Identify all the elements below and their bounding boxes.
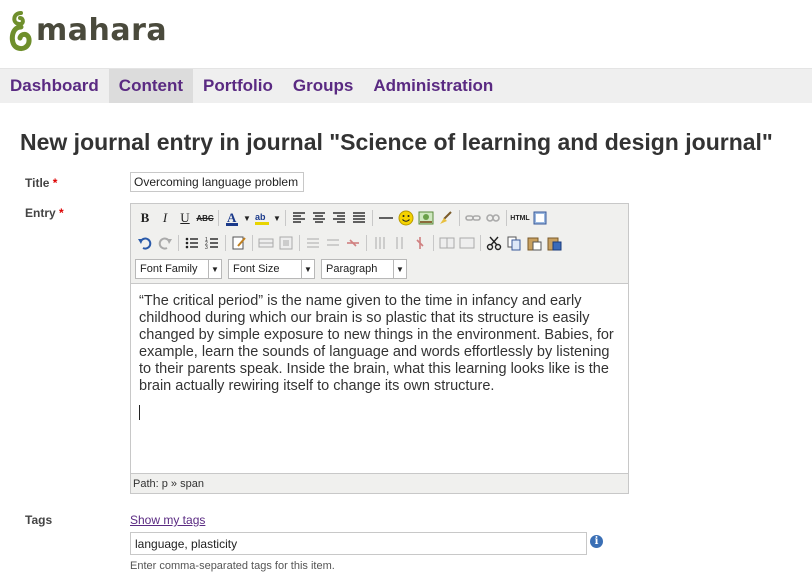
info-icon[interactable]: i: [590, 535, 603, 548]
entry-label-text: Entry: [25, 206, 56, 220]
toolbar-divider: [252, 235, 253, 251]
svg-text:3: 3: [205, 245, 208, 251]
toolbar-divider: [366, 235, 367, 251]
nav-administration[interactable]: Administration: [363, 69, 503, 103]
html-source-button[interactable]: HTML: [510, 208, 530, 228]
split-cells-icon[interactable]: [437, 233, 457, 253]
nav-dashboard[interactable]: Dashboard: [0, 69, 109, 103]
copy-icon[interactable]: [504, 233, 524, 253]
entry-label: Entry *: [25, 206, 64, 220]
toolbar-row-3: Font Family ▼ Font Size ▼ Paragraph ▼: [135, 258, 413, 280]
tags-help-text: Enter comma-separated tags for this item…: [130, 560, 335, 572]
font-size-label: Font Size: [233, 263, 280, 275]
svg-text:A: A: [227, 210, 237, 225]
underline-button[interactable]: U: [175, 208, 195, 228]
undo-icon[interactable]: [135, 233, 155, 253]
horizontal-rule-icon[interactable]: [376, 208, 396, 228]
chevron-down-icon: ▼: [208, 260, 221, 278]
merge-cells-icon[interactable]: [457, 233, 477, 253]
mahara-logo[interactable]: mahara: [8, 8, 167, 54]
font-family-label: Font Family: [140, 263, 198, 275]
toolbar-divider: [218, 210, 219, 226]
paste-word-icon[interactable]: [544, 233, 564, 253]
toolbar-divider: [178, 235, 179, 251]
logo-text: mahara: [36, 12, 168, 48]
align-left-icon[interactable]: [289, 208, 309, 228]
insert-row-before-icon[interactable]: [303, 233, 323, 253]
edit-document-icon[interactable]: [229, 233, 249, 253]
main-nav: Dashboard Content Portfolio Groups Admin…: [0, 68, 812, 103]
table-row-props-icon[interactable]: [256, 233, 276, 253]
toolbar-row-1: B I U ABC A ▼ ab ▼ HTML: [135, 207, 550, 229]
tags-label: Tags: [25, 513, 53, 527]
chevron-down-icon[interactable]: ▼: [242, 208, 252, 228]
toolbar-divider: [506, 210, 507, 226]
justify-icon[interactable]: [349, 208, 369, 228]
fullscreen-icon[interactable]: [530, 208, 550, 228]
numbered-list-icon[interactable]: 123: [202, 233, 222, 253]
toolbar-divider: [433, 235, 434, 251]
toolbar-row-2: 123: [135, 232, 564, 254]
editor-path: Path: p » span: [133, 478, 204, 490]
align-center-icon[interactable]: [309, 208, 329, 228]
chevron-down-icon: ▼: [301, 260, 314, 278]
text-cursor: [139, 405, 140, 420]
delete-row-icon[interactable]: [343, 233, 363, 253]
toolbar-divider: [225, 235, 226, 251]
nav-groups[interactable]: Groups: [283, 69, 363, 103]
editor-content-area[interactable]: “The critical period” is the name given …: [131, 283, 628, 474]
font-size-select[interactable]: Font Size ▼: [228, 259, 315, 279]
smiley-icon[interactable]: [396, 208, 416, 228]
format-select[interactable]: Paragraph ▼: [321, 259, 407, 279]
link-icon[interactable]: [463, 208, 483, 228]
strikethrough-button[interactable]: ABC: [195, 208, 215, 228]
align-right-icon[interactable]: [329, 208, 349, 228]
text-color-icon[interactable]: A: [222, 208, 242, 228]
tags-input[interactable]: [130, 532, 587, 555]
rich-text-editor: B I U ABC A ▼ ab ▼ HTML 123 Font Family …: [130, 203, 629, 494]
image-icon[interactable]: [416, 208, 436, 228]
page-title: New journal entry in journal "Science of…: [20, 129, 773, 155]
highlight-color-icon[interactable]: ab: [252, 208, 272, 228]
table-cell-props-icon[interactable]: [276, 233, 296, 253]
cleanup-brush-icon[interactable]: [436, 208, 456, 228]
svg-text:ab: ab: [255, 212, 266, 222]
title-label: Title *: [25, 176, 57, 190]
toolbar-divider: [299, 235, 300, 251]
cut-icon[interactable]: [484, 233, 504, 253]
insert-row-after-icon[interactable]: [323, 233, 343, 253]
toolbar-divider: [459, 210, 460, 226]
title-label-text: Title: [25, 176, 50, 190]
insert-col-before-icon[interactable]: [370, 233, 390, 253]
paste-icon[interactable]: [524, 233, 544, 253]
format-label: Paragraph: [326, 263, 378, 275]
chevron-down-icon: ▼: [393, 260, 406, 278]
unlink-icon[interactable]: [483, 208, 503, 228]
chevron-down-icon[interactable]: ▼: [272, 208, 282, 228]
redo-icon[interactable]: [155, 233, 175, 253]
nav-portfolio[interactable]: Portfolio: [193, 69, 283, 103]
delete-col-icon[interactable]: [410, 233, 430, 253]
required-mark: *: [59, 206, 64, 220]
title-input[interactable]: [130, 172, 304, 192]
font-family-select[interactable]: Font Family ▼: [135, 259, 222, 279]
toolbar-divider: [480, 235, 481, 251]
koru-logo-icon: [9, 11, 32, 52]
editor-text: “The critical period” is the name given …: [139, 293, 614, 394]
show-my-tags-link[interactable]: Show my tags: [130, 513, 205, 527]
toolbar-divider: [285, 210, 286, 226]
italic-button[interactable]: I: [155, 208, 175, 228]
nav-content[interactable]: Content: [108, 69, 194, 103]
insert-col-after-icon[interactable]: [390, 233, 410, 253]
bullet-list-icon[interactable]: [182, 233, 202, 253]
toolbar-divider: [372, 210, 373, 226]
bold-button[interactable]: B: [135, 208, 155, 228]
required-mark: *: [52, 176, 58, 190]
